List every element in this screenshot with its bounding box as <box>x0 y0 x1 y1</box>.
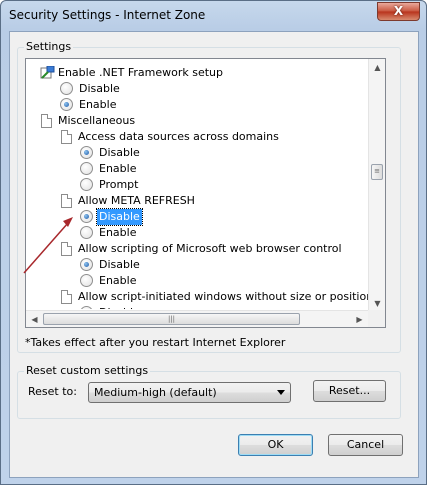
chevron-down-icon <box>277 390 285 395</box>
scroll-left-icon[interactable]: ◀ <box>26 311 43 327</box>
setting-header-label: Allow script-initiated windows without s… <box>78 290 368 303</box>
vertical-scroll-thumb[interactable]: ≡ <box>371 164 383 180</box>
settings-legend: Settings <box>24 40 74 53</box>
cancel-button[interactable]: Cancel <box>328 434 403 456</box>
radio-unchecked-icon[interactable] <box>60 82 73 95</box>
radio-unchecked-icon[interactable] <box>80 162 93 175</box>
horizontal-scroll-thumb[interactable]: ||| <box>43 313 300 325</box>
setting-option-row[interactable]: Enable <box>26 97 368 113</box>
radio-unchecked-icon[interactable] <box>80 226 93 239</box>
document-icon <box>61 194 72 208</box>
setting-option-label[interactable]: Enable <box>99 273 136 289</box>
document-icon <box>61 130 72 144</box>
setting-header-row: Allow META REFRESH <box>26 193 368 209</box>
setting-option-row[interactable]: Prompt <box>26 177 368 193</box>
setting-option-label[interactable]: Disable <box>79 81 120 97</box>
setting-header-label: Enable .NET Framework setup <box>58 66 224 79</box>
setting-option-row[interactable]: Enable <box>26 273 368 289</box>
restart-note: *Takes effect after you restart Internet… <box>25 336 286 349</box>
setting-header-row: Miscellaneous <box>26 113 368 129</box>
horizontal-scrollbar[interactable]: ◀ ||| ▶ <box>26 310 368 327</box>
setting-header-label: Miscellaneous <box>58 114 136 127</box>
setting-option-row[interactable]: Disable <box>26 305 368 309</box>
net-framework-icon <box>40 65 55 80</box>
setting-option-row[interactable]: Enable <box>26 225 368 241</box>
setting-header-row: Enable .NET Framework setup <box>26 65 368 81</box>
title-bar[interactable]: Security Settings - Internet Zone X <box>1 1 426 31</box>
setting-option-label[interactable]: Prompt <box>99 177 138 193</box>
setting-header-row: Allow scripting of Microsoft web browser… <box>26 241 368 257</box>
radio-checked-icon[interactable] <box>80 306 93 309</box>
document-icon <box>41 114 52 128</box>
setting-option-row[interactable]: Disable <box>26 208 368 226</box>
setting-option-label[interactable]: Enable <box>79 97 116 113</box>
vertical-scrollbar[interactable]: ▲ ≡ ▼ <box>368 59 385 312</box>
reset-button[interactable]: Reset... <box>313 380 386 402</box>
setting-option-row[interactable]: Enable <box>26 161 368 177</box>
radio-checked-icon[interactable] <box>80 210 93 223</box>
grip-icon: ≡ <box>374 167 380 175</box>
settings-rows: Enable .NET Framework setup Disable Enable… <box>26 59 368 309</box>
window-title: Security Settings - Internet Zone <box>9 8 206 22</box>
setting-option-label[interactable]: Enable <box>99 161 136 177</box>
document-icon <box>61 290 72 304</box>
reset-level-select[interactable]: Medium-high (default) <box>88 382 291 403</box>
radio-checked-icon[interactable] <box>80 146 93 159</box>
setting-header-label: Access data sources across domains <box>78 130 279 143</box>
reset-legend: Reset custom settings <box>24 364 151 377</box>
scroll-right-icon[interactable]: ▶ <box>351 311 368 327</box>
radio-unchecked-icon[interactable] <box>80 274 93 287</box>
close-button[interactable]: X <box>377 2 420 21</box>
setting-option-row[interactable]: Disable <box>26 81 368 97</box>
radio-checked-icon[interactable] <box>60 98 73 111</box>
ok-button[interactable]: OK <box>238 434 313 456</box>
grip-icon: ||| <box>167 315 176 323</box>
setting-header-label: Allow META REFRESH <box>78 194 195 207</box>
scroll-corner <box>368 310 385 327</box>
setting-header-row: Access data sources across domains <box>26 129 368 145</box>
setting-option-label[interactable]: Disable <box>96 208 143 226</box>
setting-option-label[interactable]: Enable <box>99 225 136 241</box>
document-icon <box>61 242 72 256</box>
settings-list[interactable]: Enable .NET Framework setup Disable Enable… <box>25 58 386 328</box>
setting-header-row: Allow script-initiated windows without s… <box>26 289 368 305</box>
setting-option-label[interactable]: Disable <box>99 145 140 161</box>
setting-option-label[interactable]: Disable <box>99 305 140 309</box>
radio-unchecked-icon[interactable] <box>80 178 93 191</box>
reset-level-value: Medium-high (default) <box>94 386 217 399</box>
setting-option-row[interactable]: Disable <box>26 145 368 161</box>
setting-header-label: Allow scripting of Microsoft web browser… <box>78 242 342 255</box>
scroll-up-icon[interactable]: ▲ <box>369 59 385 76</box>
radio-checked-icon[interactable] <box>80 258 93 271</box>
setting-option-row[interactable]: Disable <box>26 257 368 273</box>
reset-to-label: Reset to: <box>28 385 77 398</box>
setting-option-label[interactable]: Disable <box>99 257 140 273</box>
